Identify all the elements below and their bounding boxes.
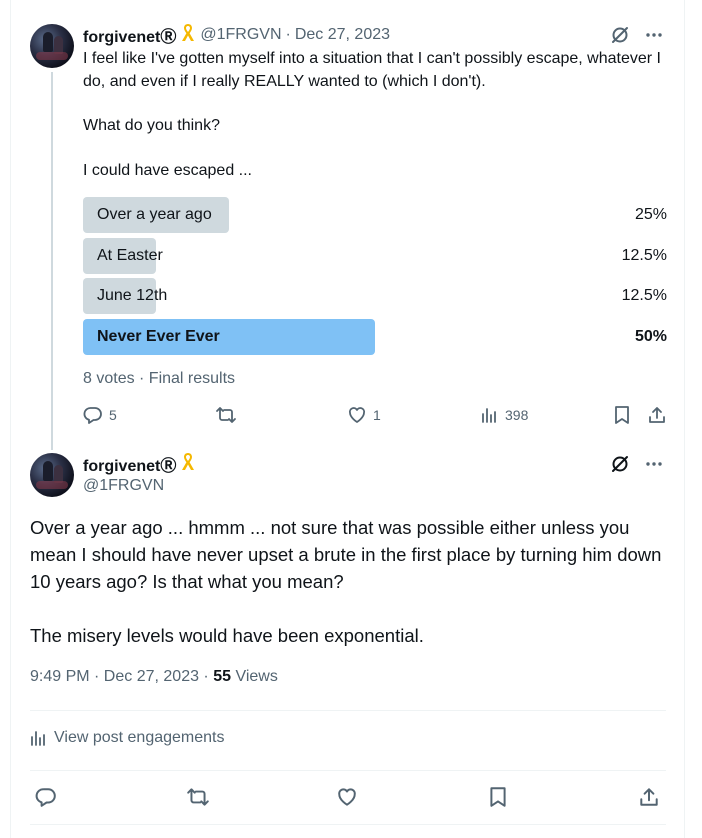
post-header-tools — [610, 25, 664, 50]
poll-option: At Easter 12.5% — [83, 238, 667, 274]
share-icon — [640, 788, 658, 806]
separator-dot: · — [198, 668, 214, 685]
grok-icon[interactable] — [610, 454, 630, 479]
poll-option-label: At Easter — [97, 247, 163, 264]
like-count: 1 — [373, 407, 381, 423]
bookmark-icon — [615, 406, 629, 424]
post-paragraph: What do you think? — [83, 117, 220, 134]
column-border-right — [684, 0, 685, 838]
poll-option-label: June 12th — [97, 287, 168, 304]
views-count: 398 — [505, 407, 529, 423]
like-button[interactable]: 1 — [347, 403, 381, 427]
views-button[interactable]: 398 — [481, 403, 528, 427]
reply-icon — [35, 788, 56, 807]
more-icon[interactable] — [644, 454, 664, 479]
share-button[interactable] — [647, 403, 667, 427]
reply-button[interactable] — [35, 785, 57, 809]
post-header-tools — [610, 454, 664, 479]
poll-option-label: Over a year ago — [97, 206, 212, 223]
post-date[interactable]: Dec 27, 2023 — [295, 26, 390, 44]
like-icon — [349, 407, 365, 423]
poll-option-percent: 50% — [634, 328, 667, 345]
separator-dot: · — [285, 26, 291, 43]
post-paragraph: Over a year ago ... hmmm ... not sure th… — [30, 517, 662, 592]
bookmark-button[interactable] — [613, 403, 631, 427]
post-paragraph: I could have escaped ... — [83, 161, 252, 179]
handle[interactable]: @1FRGVN — [83, 477, 196, 495]
post-text: Over a year ago ... hmmm ... not sure th… — [30, 514, 670, 649]
like-icon — [338, 788, 356, 806]
column-border-left — [10, 0, 11, 838]
post-header: forgivenetⓇ @1FRGVN · Dec 27, 2023 — [83, 23, 390, 48]
bookmark-button[interactable] — [488, 785, 508, 809]
poll-option-percent: 12.5% — [621, 247, 667, 264]
post-action-bar — [30, 785, 666, 809]
repost-button[interactable] — [215, 403, 237, 427]
post-timestamp-row: 9:49 PM · Dec 27, 2023 · 55 Views — [30, 668, 278, 686]
repost-button[interactable] — [186, 785, 210, 809]
poll-option-winner: Never Ever Ever 50% — [83, 319, 667, 355]
handle[interactable]: @1FRGVN — [200, 26, 281, 44]
post-timestamp[interactable]: 9:49 PM · Dec 27, 2023 — [30, 668, 199, 685]
ribbon-icon — [180, 23, 196, 48]
share-icon — [649, 407, 665, 423]
views-icon — [31, 731, 45, 746]
poll-option-percent: 25% — [634, 206, 667, 223]
more-icon[interactable] — [644, 25, 664, 50]
post-paragraph: The misery levels would have been expone… — [30, 625, 424, 646]
repost-icon — [187, 788, 209, 806]
thread-connector-line — [51, 72, 53, 450]
poll-option-percent: 12.5% — [621, 287, 667, 304]
divider — [30, 710, 666, 711]
post-action-bar: 5 1 398 — [83, 403, 668, 427]
share-button[interactable] — [638, 785, 660, 809]
avatar[interactable] — [30, 453, 74, 497]
views-icon — [482, 408, 496, 423]
view-engagements-label: View post engagements — [54, 729, 225, 746]
ribbon-icon — [180, 452, 196, 477]
display-name[interactable]: forgivenetⓇ — [83, 452, 176, 476]
poll-footer: 8 votes · Final results — [83, 370, 236, 387]
post-paragraph: I feel like I've gotten myself into a si… — [83, 50, 661, 90]
reply-icon — [83, 407, 102, 424]
poll-option: Over a year ago 25% — [83, 197, 667, 233]
like-button[interactable] — [336, 785, 358, 809]
display-name[interactable]: forgivenetⓇ — [83, 23, 176, 47]
bookmark-icon — [490, 787, 506, 807]
divider — [30, 824, 666, 825]
views-label: Views — [235, 668, 278, 685]
reply-button[interactable]: 5 — [83, 403, 117, 427]
views-count: 55 — [213, 668, 231, 685]
avatar[interactable] — [30, 24, 74, 68]
post-text: I feel like I've gotten myself into a si… — [83, 48, 683, 182]
repost-icon — [216, 407, 236, 423]
post-header: forgivenetⓇ @1FRGVN — [83, 452, 196, 495]
divider — [30, 770, 666, 771]
view-engagements-link[interactable]: View post engagements — [30, 729, 224, 747]
poll-option-label: Never Ever Ever — [97, 328, 220, 345]
reply-count: 5 — [109, 407, 117, 423]
poll-option: June 12th 12.5% — [83, 278, 667, 314]
grok-icon[interactable] — [610, 25, 630, 50]
